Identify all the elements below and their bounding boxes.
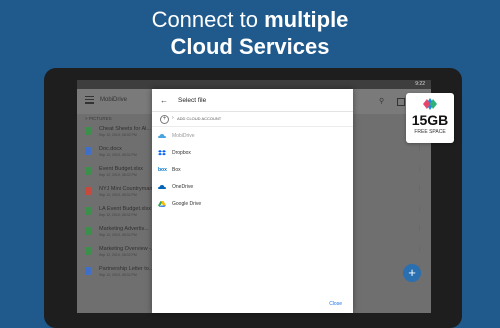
file-icon [85, 267, 91, 275]
select-file-dialog: ← Select file + › ADD CLOUD ACCOUNT Mobi… [152, 89, 353, 313]
grid-view-icon[interactable] [397, 98, 405, 106]
file-name: Doc.docx [99, 146, 122, 152]
file-name: LA Event Budget.xlsx [99, 206, 151, 212]
file-meta: Sep 12, 2019, 08:32 PM [99, 173, 137, 177]
menu-icon[interactable] [85, 96, 94, 104]
file-name: Cheat Sheets for Al... [99, 126, 151, 132]
file-icon [85, 127, 91, 135]
service-label: Google Drive [172, 201, 202, 207]
file-row[interactable]: NYJ Mini Countryman... Sep 12, 2019, 08:3… [77, 183, 157, 205]
add-cloud-account-label: ADD CLOUD ACCOUNT [177, 116, 222, 121]
more-options-icon[interactable]: ⋮ [417, 146, 422, 152]
file-icon [85, 227, 91, 235]
file-meta: Sep 12, 2019, 08:32 PM [99, 253, 137, 257]
headline-line-2: Cloud Services [170, 34, 330, 59]
file-name: Marketing Advertis... [99, 226, 149, 232]
file-row[interactable]: Event Budget.xlsx Sep 12, 2019, 08:32 PM [77, 163, 157, 185]
service-mobidrive[interactable]: MobiDrive [158, 130, 338, 144]
dialog-title: Select file [178, 97, 207, 104]
file-row[interactable]: Doc.docx Sep 12, 2019, 08:32 PM [77, 143, 157, 165]
service-box[interactable]: box Box [158, 164, 338, 178]
file-name: Event Budget.xlsx [99, 166, 144, 172]
file-icon [85, 207, 91, 215]
file-meta: Sep 12, 2019, 08:32 PM [99, 153, 137, 157]
service-label: Box [172, 167, 181, 173]
headline-line-1: Connect to multiple [0, 6, 500, 34]
box-icon: box [158, 167, 167, 173]
close-button[interactable]: Close [329, 301, 342, 307]
service-dropbox[interactable]: Dropbox [158, 147, 338, 161]
chevron-right-icon: › [172, 115, 174, 121]
google-drive-icon [158, 201, 166, 207]
more-options-icon[interactable]: ⋮ [417, 226, 422, 232]
headline-bold: multiple [264, 7, 349, 32]
more-options-icon[interactable]: ⋮ [417, 246, 422, 252]
service-google-drive[interactable]: Google Drive [158, 198, 338, 212]
status-bar: 9:22 [77, 80, 431, 89]
file-meta: Sep 12, 2019, 08:32 PM [99, 133, 137, 137]
mobidrive-logo-icon [423, 98, 437, 110]
back-arrow-icon[interactable]: ← [160, 96, 168, 105]
file-name: Marketing Overview -... [99, 246, 156, 252]
service-onedrive[interactable]: OneDrive [158, 181, 338, 195]
file-meta: Sep 12, 2019, 08:32 PM [99, 193, 137, 197]
divider [152, 111, 353, 112]
file-icon [85, 187, 91, 195]
onedrive-icon [158, 185, 166, 189]
file-icon [85, 247, 91, 255]
file-icon [85, 167, 91, 175]
file-name: Partnership Letter to... [99, 266, 154, 272]
status-time: 9:22 [415, 81, 425, 87]
file-icon [85, 147, 91, 155]
cloud-add-icon: + [160, 115, 169, 124]
app-title: MobiDrive [100, 97, 128, 103]
file-meta: Sep 12, 2019, 08:32 PM [99, 213, 137, 217]
file-row[interactable]: Partnership Letter to... Sep 12, 2019, 08… [77, 263, 157, 285]
free-space-badge: 15GB FREE SPACE [406, 93, 454, 143]
mobidrive-icon [158, 134, 166, 138]
headline-regular: Connect to [151, 7, 265, 32]
service-label: MobiDrive [172, 133, 195, 139]
file-row[interactable]: Cheat Sheets for Al... Sep 12, 2019, 08:3… [77, 123, 157, 145]
file-row[interactable]: Marketing Advertis... Sep 12, 2019, 08:32… [77, 223, 157, 245]
divider [152, 126, 353, 127]
service-label: Dropbox [172, 150, 191, 156]
breadcrumb[interactable]: > PICTURES [85, 116, 112, 121]
free-space-amount: 15GB [411, 112, 449, 128]
more-options-icon[interactable]: ⋮ [417, 166, 422, 172]
free-space-label: FREE SPACE [414, 129, 446, 135]
service-label: OneDrive [172, 184, 194, 190]
more-options-icon[interactable]: ⋮ [417, 206, 422, 212]
search-icon[interactable]: ⚲ [379, 97, 384, 105]
dropbox-icon [158, 150, 166, 156]
file-row[interactable]: LA Event Budget.xlsx Sep 12, 2019, 08:32 … [77, 203, 157, 225]
file-meta: Sep 12, 2019, 08:32 PM [99, 273, 137, 277]
file-meta: Sep 12, 2019, 08:32 PM [99, 233, 137, 237]
file-row[interactable]: Marketing Overview -... Sep 12, 2019, 08:… [77, 243, 157, 265]
file-name: NYJ Mini Countryman... [99, 186, 158, 192]
add-fab-button[interactable]: + [403, 264, 421, 282]
more-options-icon[interactable]: ⋮ [417, 186, 422, 192]
